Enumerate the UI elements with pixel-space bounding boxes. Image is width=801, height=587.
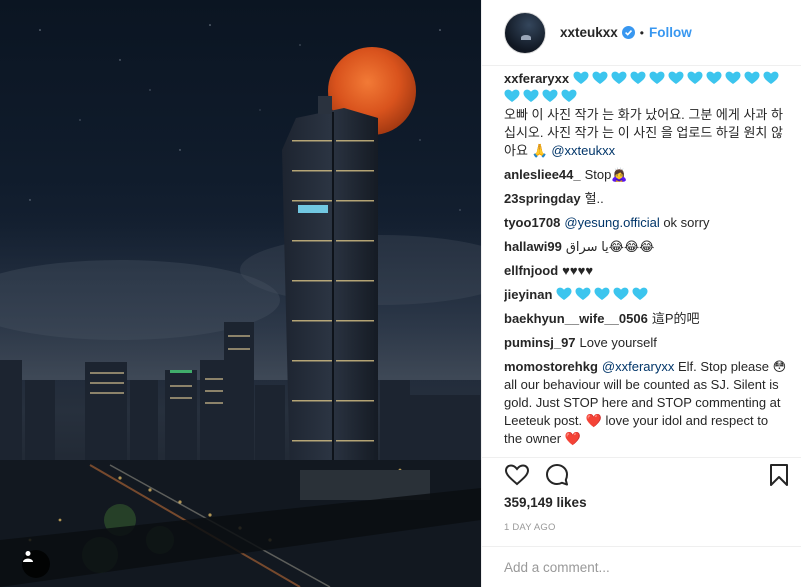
blue-heart-emoji-icon [630,71,646,85]
comment-item: momostorehkg @xxferaryxx Elf. Stop please… [504,358,788,448]
comment-item: 23springday 헐.. [504,190,788,208]
verified-badge-icon [621,26,635,39]
post-header: xxteukxx • Follow [482,0,801,66]
blue-heart-emoji-icon [611,71,627,85]
comment-item: jieyinan [504,286,788,304]
comment-text: 헐.. [584,191,604,206]
comment-username[interactable]: jieyinan [504,287,552,302]
comment-text: يا سراق😂😂😂 [565,239,655,254]
comment-username[interactable]: puminsj_97 [504,335,576,350]
blue-heart-emoji-icon [594,287,610,301]
blue-heart-emoji-icon [504,89,520,103]
comment-username[interactable]: tyoo1708 [504,215,560,230]
comments-list[interactable]: xxferaryxx 오빠 이 사진 작가 는 화가 났어요. 그분 에게 사과 … [504,70,788,457]
comment-text: 這P的吧 [651,311,700,326]
comment-item: anlesliee44_ Stop🙇‍♀️ [504,166,788,184]
comment-text: Love yourself [579,335,657,350]
blue-heart-emoji-icon [592,71,608,85]
blue-heart-emoji-icon [613,287,629,301]
blue-heart-emoji-icon [573,71,589,85]
comment-username[interactable]: ellfnjood [504,263,558,278]
avatar[interactable] [504,11,546,54]
comment-mention-link[interactable]: @xxferaryxx [602,359,674,374]
user-tag-icon[interactable] [22,550,50,578]
blue-heart-emoji-icon [542,89,558,103]
blue-heart-emoji-icon [744,71,760,85]
blue-heart-emoji-icon [763,71,779,85]
add-comment-bar [482,546,801,587]
header-username[interactable]: xxteukxx [560,25,618,40]
comment-username[interactable]: xxferaryxx [504,71,569,86]
comment-item: ellfnjood ♥♥♥♥ [504,262,788,280]
comment-username[interactable]: momostorehkg [504,359,598,374]
comment-mention-link[interactable]: @xxteukxx [551,143,615,158]
blue-heart-emoji-icon [725,71,741,85]
blue-heart-emoji-icon [706,71,722,85]
blue-heart-emoji-icon [523,89,539,103]
add-comment-input[interactable] [504,559,764,575]
bookmark-icon[interactable] [768,462,790,488]
action-bar: 359,149 likes 1 DAY AGO [482,457,801,553]
heart-outline-icon[interactable] [504,462,530,488]
comment-item: puminsj_97 Love yourself [504,334,788,352]
comment-text: ok sorry [659,215,710,230]
comment-item: baekhyun__wife__0506 這P的吧 [504,310,788,328]
comment-username[interactable]: hallawi99 [504,239,562,254]
post-timestamp[interactable]: 1 DAY AGO [504,522,556,533]
comment-username[interactable]: anlesliee44_ [504,167,581,182]
blue-heart-emoji-icon [668,71,684,85]
post-panel: xxteukxx • Follow xxferaryxx 오빠 이 사진 작가 는… [481,0,801,587]
photo-scene [0,24,481,587]
comment-text: ♥♥♥♥ [562,263,594,278]
separator-dot: • [639,25,644,40]
post-photo[interactable] [0,0,481,587]
comment-item: tyoo1708 @yesung.official ok sorry [504,214,788,232]
likes-count[interactable]: 359,149 likes [504,495,587,510]
comment-item: xxferaryxx 오빠 이 사진 작가 는 화가 났어요. 그분 에게 사과 … [504,70,788,160]
blue-heart-emoji-icon [561,89,577,103]
comment-username[interactable]: 23springday [504,191,581,206]
blue-heart-emoji-icon [556,287,572,301]
blue-heart-emoji-icon [575,287,591,301]
comment-username[interactable]: baekhyun__wife__0506 [504,311,648,326]
speech-bubble-icon[interactable] [544,462,570,488]
comment-text: 오빠 이 사진 작가 는 화가 났어요. 그분 에게 사과 하십시오. 사진 작… [504,107,783,158]
blue-heart-emoji-icon [687,71,703,85]
blue-heart-emoji-icon [632,287,648,301]
blue-heart-emoji-icon [649,71,665,85]
comment-item: hallawi99 يا سراق😂😂😂 [504,238,788,256]
comment-text: Stop🙇‍♀️ [584,167,628,182]
follow-button[interactable]: Follow [649,25,692,40]
comment-mention-link[interactable]: @yesung.official [564,215,659,230]
tower [282,96,378,478]
